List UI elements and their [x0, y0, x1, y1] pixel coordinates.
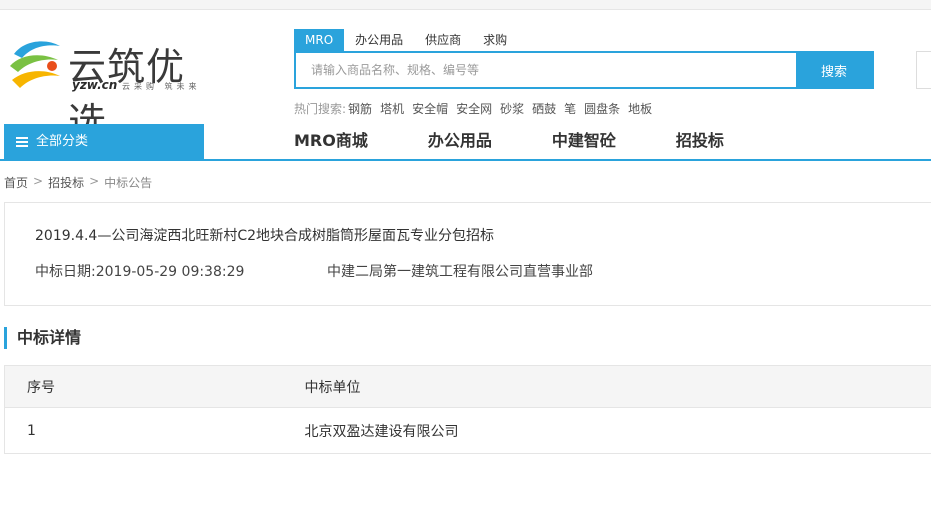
logo-domain: yzw.cn — [72, 78, 118, 92]
cart-button[interactable] — [916, 51, 931, 89]
notice-company: 中建二局第一建筑工程有限公司直营事业部 — [327, 264, 593, 280]
hot-term[interactable]: 塔机 — [380, 100, 404, 117]
nav-link-bidding[interactable]: 招投标 — [676, 124, 724, 160]
column-header-index: 序号 — [4, 365, 305, 408]
breadcrumb: 首页 > 招投标 > 中标公告 — [4, 174, 152, 191]
breadcrumb-bidding[interactable]: 招投标 — [48, 174, 84, 191]
table-cell-winner: 北京双盈达建设有限公司 — [304, 423, 459, 440]
search-button[interactable]: 搜索 — [796, 53, 872, 87]
hot-term[interactable]: 砂浆 — [500, 100, 524, 117]
section-title: 中标详情 — [4, 327, 81, 349]
hot-search: 热门搜索: 钢筋 塔机 安全帽 安全网 砂浆 硒鼓 笔 圆盘条 地板 — [294, 100, 660, 117]
table-header-row: 序号 中标单位 — [4, 365, 931, 408]
hot-term[interactable]: 硒鼓 — [532, 100, 556, 117]
top-bar — [0, 0, 931, 10]
notice-card: 2019.4.4—公司海淀西北旺新村C2地块合成树脂筒形屋面瓦专业分包招标 中标… — [4, 202, 931, 306]
main-nav: 全部分类 MRO商城 办公用品 中建智砼 招投标 — [0, 124, 931, 161]
hot-term[interactable]: 圆盘条 — [584, 100, 620, 117]
menu-icon — [16, 137, 28, 147]
search-box: 搜索 — [294, 51, 874, 89]
notice-date-label: 中标日期: — [35, 264, 96, 280]
search-tab-office[interactable]: 办公用品 — [344, 29, 414, 51]
hot-term[interactable]: 钢筋 — [348, 100, 372, 117]
all-categories-button[interactable]: 全部分类 — [4, 124, 204, 160]
breadcrumb-separator: > — [33, 174, 44, 188]
nav-links: MRO商城 办公用品 中建智砼 招投标 — [294, 124, 784, 160]
logo[interactable]: 云筑优选 yzw.cn 云采购 筑未来 — [6, 36, 216, 144]
breadcrumb-separator: > — [89, 174, 100, 188]
search-tab-request[interactable]: 求购 — [472, 29, 518, 51]
search-tab-mro[interactable]: MRO — [294, 29, 345, 51]
breadcrumb-home[interactable]: 首页 — [4, 174, 28, 191]
hot-term[interactable]: 安全帽 — [412, 100, 448, 117]
notice-date-value: 2019-05-29 09:38:29 — [95, 264, 245, 280]
hot-term[interactable]: 安全网 — [456, 100, 492, 117]
all-categories-label: 全部分类 — [36, 134, 89, 149]
logo-slogan: 云采购 筑未来 — [122, 82, 201, 91]
logo-mark-icon — [10, 41, 60, 88]
notice-date: 中标日期:2019-05-29 09:38:29 — [35, 261, 244, 281]
search-input[interactable] — [296, 53, 798, 87]
notice-title: 2019.4.4—公司海淀西北旺新村C2地块合成树脂筒形屋面瓦专业分包招标 — [35, 228, 495, 244]
search-tab-supplier[interactable]: 供应商 — [414, 29, 472, 51]
table-row: 1 北京双盈达建设有限公司 — [5, 408, 931, 454]
hot-term[interactable]: 笔 — [564, 100, 576, 117]
search-tabs: MRO 办公用品 供应商 求购 — [294, 29, 518, 51]
table-cell-index: 1 — [27, 422, 36, 439]
hot-search-label: 热门搜索: — [294, 102, 347, 116]
winner-table: 序号 中标单位 1 北京双盈达建设有限公司 — [4, 365, 931, 454]
hot-term[interactable]: 地板 — [628, 100, 652, 117]
breadcrumb-current: 中标公告 — [104, 176, 153, 190]
nav-link-concrete[interactable]: 中建智砼 — [552, 124, 616, 160]
nav-link-office[interactable]: 办公用品 — [428, 124, 492, 160]
nav-link-mro[interactable]: MRO商城 — [294, 124, 368, 160]
column-header-winner: 中标单位 — [304, 365, 931, 408]
